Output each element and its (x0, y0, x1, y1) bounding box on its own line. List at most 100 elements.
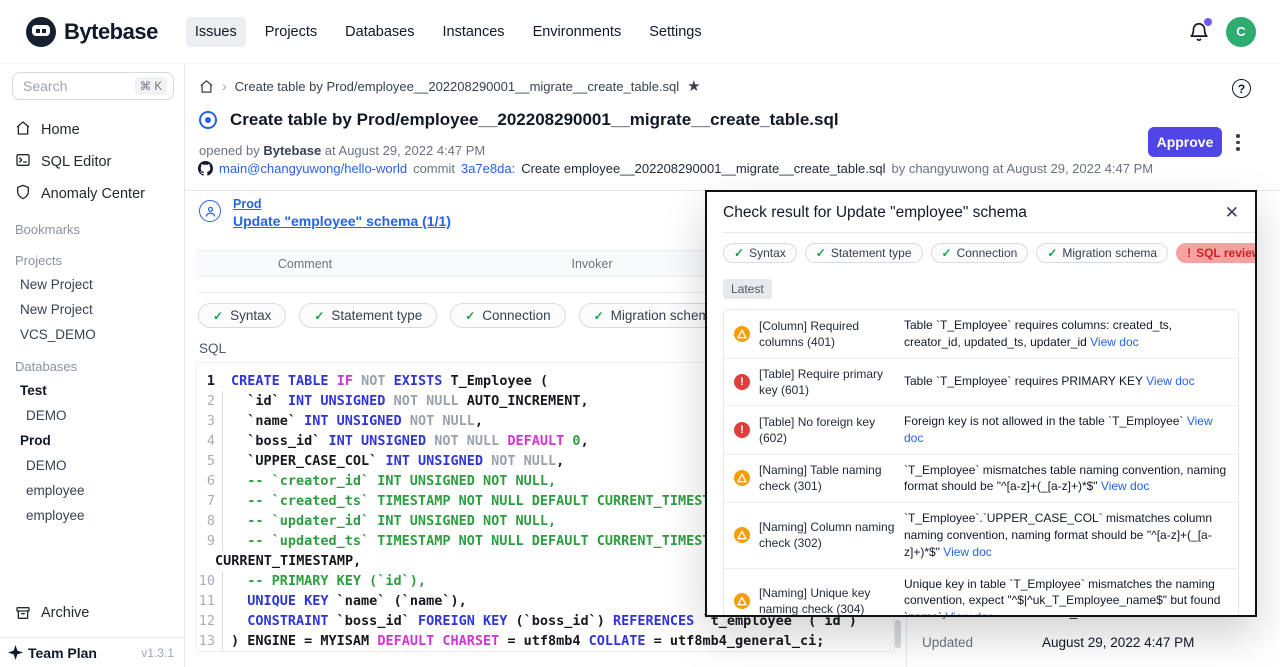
notification-bell-icon[interactable] (1188, 21, 1210, 43)
view-doc-link[interactable]: View doc (945, 610, 993, 617)
error-icon: ! (1187, 246, 1191, 260)
scrollbar-thumb[interactable] (895, 620, 901, 648)
line-number: 6 (197, 471, 223, 491)
sidebar-item-sql-editor[interactable]: SQL Editor (0, 146, 184, 178)
brand-name: Bytebase (64, 19, 158, 45)
sidebar-database-item[interactable]: DEMO (0, 403, 184, 428)
tab-environments[interactable]: Environments (524, 17, 631, 47)
view-doc-link[interactable]: View doc (1090, 335, 1138, 349)
check-icon: ✓ (734, 246, 744, 260)
vcs-by-line: by changyuwong at August 29, 2022 4:47 P… (891, 161, 1153, 176)
check-pill-label: Statement type (331, 308, 422, 323)
view-doc-link[interactable]: View doc (1146, 374, 1194, 388)
rule-row: ![Table] Require primary key (601)Table … (724, 359, 1238, 406)
sidebar-project-item[interactable]: New Project (0, 272, 184, 297)
check-icon: ✓ (816, 246, 826, 260)
line-number: 2 (197, 391, 223, 411)
sidebar-item-label: Home (41, 122, 80, 138)
code-text: `boss_id` INT UNSIGNED NOT NULL DEFAULT … (231, 431, 589, 451)
search-input[interactable] (23, 78, 135, 94)
vcs-commit-line: main@changyuwong/hello-world commit 3a7e… (198, 161, 1153, 176)
check-pill-statement-type[interactable]: ✓Statement type (805, 243, 923, 263)
plan-bar[interactable]: Team Plan v1.3.1 (0, 637, 184, 667)
sidebar-database-item[interactable]: Test (0, 378, 184, 403)
line-number: 3 (197, 411, 223, 431)
modal-checks: ✓Syntax ✓Statement type ✓Connection ✓Migrat… (723, 243, 1239, 263)
code-line: 13) ENGINE = MYISAM DEFAULT CHARSET = ut… (197, 631, 894, 651)
line-number: 4 (197, 431, 223, 451)
tab-issues[interactable]: Issues (186, 17, 246, 47)
code-text: CURRENT_TIMESTAMP, (215, 551, 361, 571)
home-icon[interactable] (199, 79, 214, 94)
bytebase-logo[interactable]: Bytebase (26, 17, 158, 47)
warning-icon (734, 326, 750, 342)
check-icon: ✓ (213, 309, 223, 323)
line-number: 12 (197, 611, 223, 631)
breadcrumb-current[interactable]: Create table by Prod/employee__202208290… (235, 79, 679, 94)
latest-badge: Latest (723, 279, 772, 299)
check-result-modal: Check result for Update "employee" schem… (705, 190, 1257, 617)
sidebar-database-item[interactable]: employee (0, 478, 184, 503)
sidebar-database-item[interactable]: Prod (0, 428, 184, 453)
github-icon (198, 161, 213, 176)
code-text: -- `created_ts` TIMESTAMP NOT NULL DEFAU… (231, 491, 743, 511)
sidebar-project-item[interactable]: VCS_DEMO (0, 322, 184, 347)
check-icon: ✓ (314, 309, 324, 323)
help-icon[interactable]: ? (1232, 79, 1251, 98)
user-avatar[interactable]: C (1226, 17, 1256, 47)
bookmark-star-icon[interactable]: ★ (687, 77, 700, 95)
header-right: C (1188, 17, 1256, 47)
check-pill-label: Connection (482, 308, 550, 323)
line-number: 10 (197, 571, 223, 591)
more-options-icon[interactable] (1234, 132, 1242, 153)
line-number: 9 (197, 531, 223, 551)
sidebar-project-item[interactable]: New Project (0, 297, 184, 322)
check-icon: ✓ (1047, 246, 1057, 260)
approve-button[interactable]: Approve (1148, 127, 1222, 157)
tab-projects[interactable]: Projects (256, 17, 326, 47)
search-box[interactable]: ⌘ K (12, 72, 174, 100)
code-text: CREATE TABLE IF NOT EXISTS T_Employee ( (231, 371, 548, 391)
check-pill-syntax[interactable]: ✓Syntax (198, 303, 286, 328)
vcs-commit-hash-link[interactable]: 3a7e8da: (461, 161, 515, 176)
vcs-branch-link[interactable]: main@changyuwong/hello-world (219, 161, 407, 176)
check-pill-label: Migration schema (611, 308, 718, 323)
sidebar-item-archive[interactable]: Archive (0, 599, 184, 627)
error-icon: ! (734, 374, 750, 390)
check-pill-migration-schema[interactable]: ✓Migration schema (1036, 243, 1168, 263)
side-panel-value: August 29, 2022 4:47 PM (1042, 635, 1194, 650)
check-pill-sql-review[interactable]: !SQL review (1176, 243, 1257, 263)
sidebar-item-home[interactable]: Home (0, 114, 184, 146)
tab-databases[interactable]: Databases (336, 17, 423, 47)
vcs-commit-message: Create employee__202208290001__migrate__… (521, 161, 885, 176)
rule-name: [Naming] Column naming check (302) (759, 519, 895, 551)
issue-title-row: Create table by Prod/employee__202208290… (199, 110, 839, 130)
home-icon (15, 120, 31, 140)
check-pill-syntax[interactable]: ✓Syntax (723, 243, 797, 263)
tab-settings[interactable]: Settings (640, 17, 710, 47)
check-pill-statement-type[interactable]: ✓ Statement type (299, 303, 437, 328)
sidebar-databases-list: TestDEMOProdDEMOemployeeemployee (0, 378, 184, 528)
rule-name: [Table] Require primary key (601) (759, 366, 895, 398)
line-number: 11 (197, 591, 223, 611)
line-number: 7 (197, 491, 223, 511)
tab-instances[interactable]: Instances (433, 17, 513, 47)
view-doc-link[interactable]: View doc (904, 414, 1213, 445)
view-doc-link[interactable]: View doc (1101, 479, 1149, 493)
sidebar-database-item[interactable]: employee (0, 503, 184, 528)
bytebase-logo-icon (26, 17, 56, 47)
sidebar-item-anomaly-center[interactable]: Anomaly Center (0, 178, 184, 210)
rule-name: [Naming] Unique key naming check (304) (759, 585, 895, 617)
stage-task-link[interactable]: Update "employee" schema (1/1) (233, 213, 451, 229)
notification-dot (1204, 18, 1212, 26)
stage-environment-link[interactable]: Prod (233, 197, 451, 211)
modal-divider (723, 232, 1255, 233)
check-pill-connection[interactable]: ✓Connection (931, 243, 1029, 263)
view-doc-link[interactable]: View doc (943, 545, 991, 559)
rule-row: [Column] Required columns (401)Table `T_… (724, 310, 1238, 359)
check-pill-connection[interactable]: ✓Connection (450, 303, 565, 328)
stage-row: Prod Update "employee" schema (1/1) (199, 197, 451, 229)
terminal-icon (15, 152, 31, 172)
close-icon[interactable]: ✕ (1225, 204, 1239, 221)
sidebar-database-item[interactable]: DEMO (0, 453, 184, 478)
